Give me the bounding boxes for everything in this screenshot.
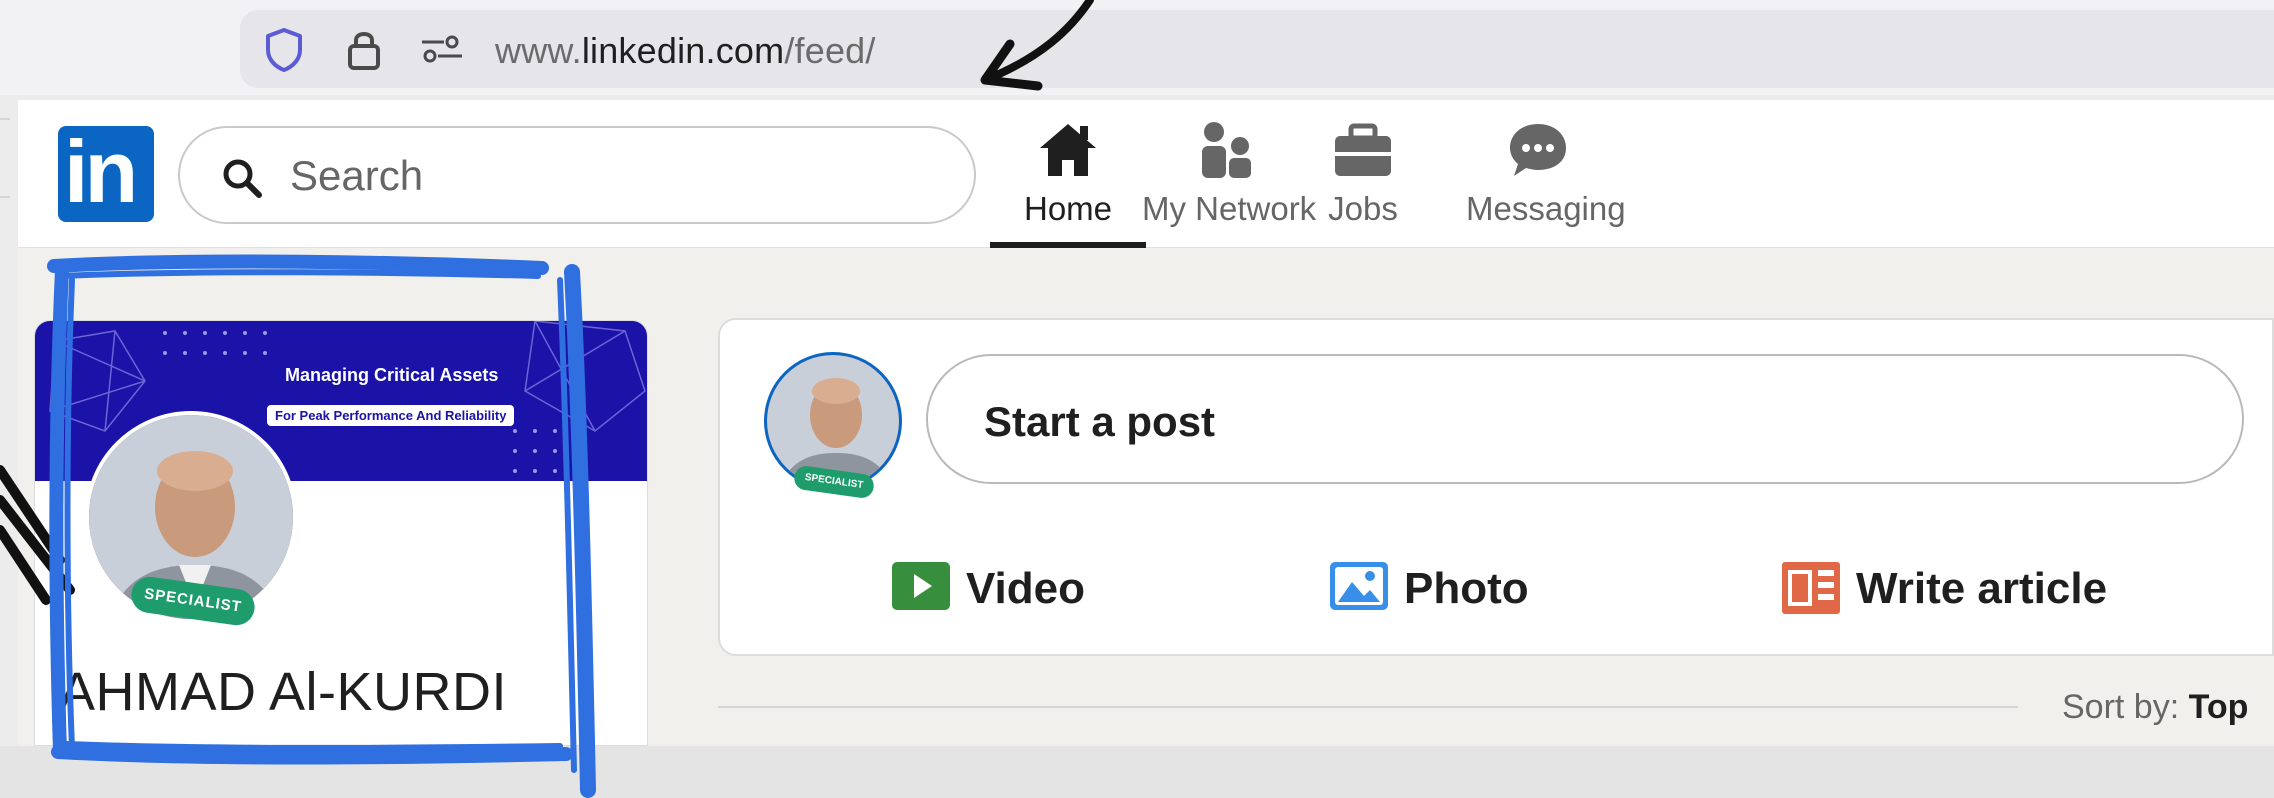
cover-title: Managing Critical Assets: [285, 365, 499, 385]
bg-line: [0, 118, 10, 120]
photo-icon: [1330, 562, 1388, 610]
video-button[interactable]: Video: [892, 558, 1112, 618]
start-post-button[interactable]: Start a post: [926, 354, 2244, 484]
nav-my-network-label: My Network: [1142, 190, 1317, 227]
top-navbar: in Home: [18, 100, 2274, 248]
url-text[interactable]: www.linkedin.com/feed/: [495, 30, 876, 72]
search-box[interactable]: [178, 126, 976, 224]
profile-name[interactable]: AHMAD Al-KURDI: [59, 661, 507, 723]
write-article-label: Write article: [1856, 564, 2108, 613]
start-post-label: Start a post: [984, 398, 1216, 445]
nav-jobs-label: Jobs: [1328, 190, 1398, 227]
active-tab-underline: [990, 242, 1146, 248]
article-icon: [1782, 562, 1840, 614]
photo-button[interactable]: Photo: [1330, 558, 1560, 618]
write-article-button[interactable]: Write article: [1782, 558, 2142, 618]
cover-subtitle: For Peak Performance And Reliability: [267, 405, 515, 426]
network-icon: [1202, 122, 1251, 178]
logo-text: in: [64, 122, 138, 221]
linkedin-page: in Home: [18, 100, 2274, 746]
post-composer: SPECIALIST Start a post Video Photo Writ…: [718, 318, 2274, 656]
photo-label: Photo: [1404, 564, 1529, 613]
video-label: Video: [966, 564, 1086, 613]
linkedin-logo[interactable]: in: [58, 122, 154, 222]
search-input[interactable]: [290, 146, 930, 206]
nav-messaging[interactable]: Messaging: [1458, 100, 1626, 248]
url-domain: linkedin.com: [581, 30, 785, 71]
bg-line: [0, 196, 10, 198]
chat-icon: [1510, 124, 1566, 176]
screenshot-stage: www.linkedin.com/feed/ in Home: [0, 0, 2274, 798]
sort-dropdown[interactable]: Sort by: Top: [2062, 688, 2248, 727]
url-prefix: www.: [495, 30, 582, 71]
nav-messaging-label: Messaging: [1466, 190, 1626, 227]
browser-toolbar: www.linkedin.com/feed/: [0, 0, 2274, 95]
video-icon: [892, 562, 950, 610]
shield-icon[interactable]: [260, 26, 308, 74]
bottom-strip: [0, 746, 2274, 798]
nav-home-label: Home: [1023, 190, 1113, 227]
sort-prefix: Sort by:: [2062, 688, 2189, 726]
lock-icon[interactable]: [340, 26, 388, 74]
feed-sort-row: Sort by: Top: [718, 678, 2274, 738]
search-icon: [223, 159, 262, 198]
home-icon: [1040, 124, 1096, 176]
profile-card[interactable]: Managing Critical Assets For Peak Perfor…: [34, 320, 648, 746]
site-settings-icon[interactable]: [418, 26, 466, 74]
url-path: /feed/: [784, 30, 876, 71]
address-bar[interactable]: www.linkedin.com/feed/: [240, 10, 2274, 88]
nav-jobs[interactable]: Jobs: [1308, 100, 1418, 248]
nav-my-network[interactable]: My Network: [1142, 100, 1317, 248]
sort-divider: [718, 706, 2018, 708]
nav-home[interactable]: Home: [990, 100, 1146, 248]
briefcase-icon: [1335, 123, 1391, 176]
sort-value: Top: [2188, 688, 2249, 726]
